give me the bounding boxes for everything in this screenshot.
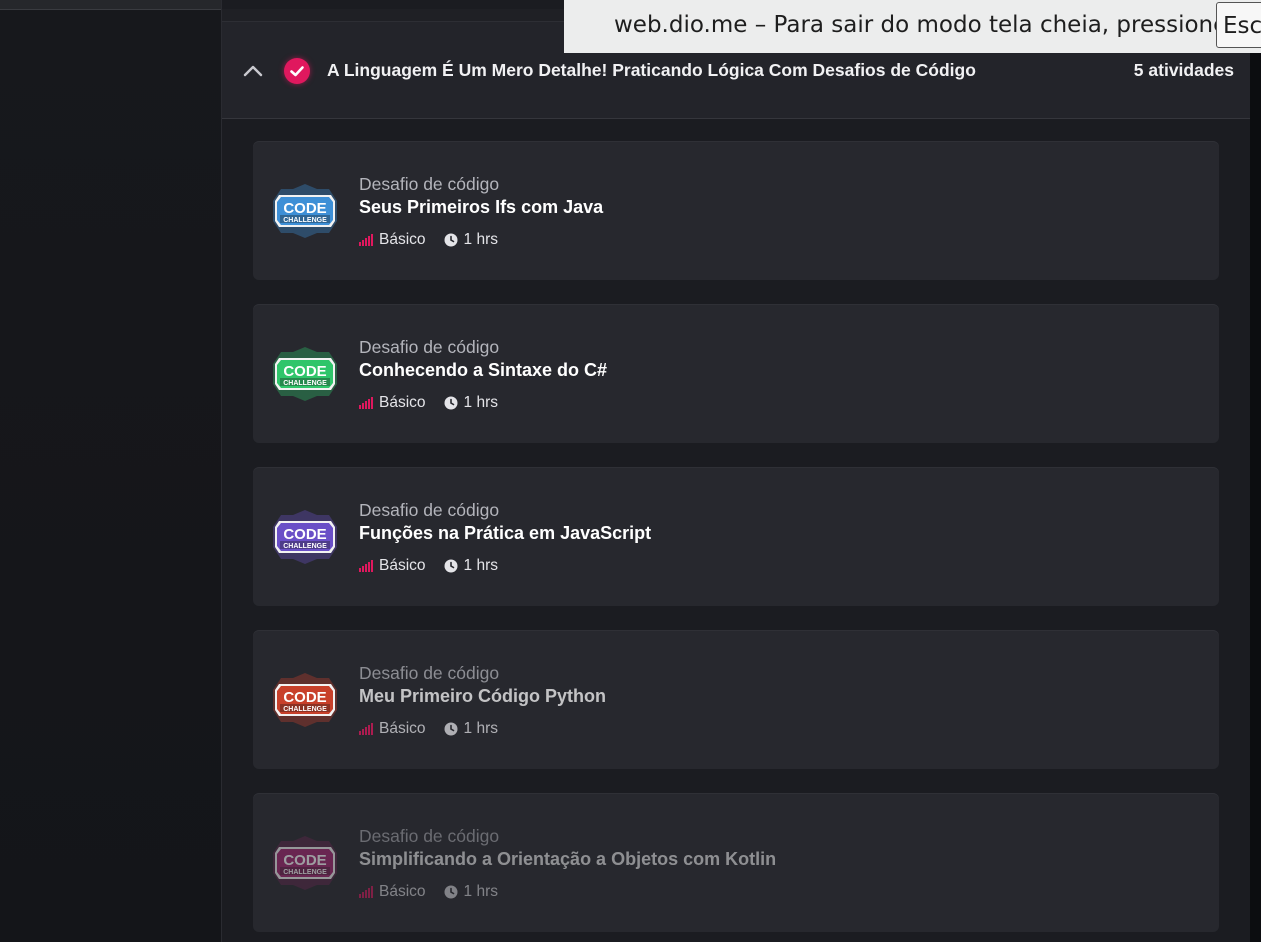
level-bars-icon <box>359 560 373 572</box>
activity-title: Meu Primeiro Código Python <box>359 686 607 706</box>
activity-meta: Básico 1 hrs <box>359 720 498 738</box>
level-bars-icon <box>359 234 373 246</box>
activity-title: Seus Primeiros Ifs com Java <box>359 197 604 217</box>
activity-type: Desafio de código <box>359 663 500 683</box>
activity-level: Básico <box>379 557 426 574</box>
level-bars-icon <box>359 886 373 898</box>
fullscreen-notice: web.dio.me – Para sair do modo tela chei… <box>564 0 1261 53</box>
code-challenge-logo: CODECHALLENGE <box>273 836 337 890</box>
svg-text:CODE: CODE <box>283 363 326 380</box>
clock-icon <box>444 559 458 573</box>
activity-type: Desafio de código <box>359 500 500 520</box>
activity-count: 5 atividades <box>1133 60 1234 80</box>
activity-level: Básico <box>379 231 426 248</box>
clock-icon <box>444 722 458 736</box>
svg-text:CHALLENGE: CHALLENGE <box>283 706 327 713</box>
activity-level: Básico <box>379 720 426 737</box>
left-pane <box>0 0 221 942</box>
level-bars-icon <box>359 397 373 409</box>
activity-meta: Básico 1 hrs <box>359 557 498 575</box>
level-bars-icon <box>359 723 373 735</box>
activity-level: Básico <box>379 883 426 900</box>
clock-icon <box>444 885 458 899</box>
activity-level: Básico <box>379 394 426 411</box>
code-challenge-logo: CODECHALLENGE <box>273 673 337 727</box>
activity-duration: 1 hrs <box>463 231 498 248</box>
completed-check-icon <box>284 58 310 84</box>
svg-text:CODE: CODE <box>283 689 326 706</box>
clock-icon <box>444 396 458 410</box>
right-edge <box>1250 0 1261 942</box>
clock-icon <box>444 233 458 247</box>
activity-meta: Básico 1 hrs <box>359 394 498 412</box>
chevron-up-icon[interactable] <box>242 60 264 82</box>
code-challenge-logo: CODECHALLENGE <box>273 184 337 238</box>
code-challenge-logo: CODECHALLENGE <box>273 510 337 564</box>
esc-key: Esc <box>1216 2 1261 48</box>
activity-card[interactable]: CODE CHALLENGE Desafio de código Conhecen… <box>253 304 1219 443</box>
svg-text:CHALLENGE: CHALLENGE <box>283 217 327 224</box>
activity-card[interactable]: CODE CHALLENGE Desafio de código Meu Prim… <box>253 630 1219 769</box>
activity-duration: 1 hrs <box>463 557 498 574</box>
activity-title: Conhecendo a Sintaxe do C# <box>359 360 608 380</box>
activity-title: Funções na Prática em JavaScript <box>359 523 652 543</box>
activity-duration: 1 hrs <box>463 394 498 411</box>
code-challenge-logo: CODECHALLENGE <box>273 347 337 401</box>
activity-card[interactable]: CODE CHALLENGE Desafio de código Simplifi… <box>253 793 1219 932</box>
activity-type: Desafio de código <box>359 826 500 846</box>
svg-text:CODE: CODE <box>283 200 326 217</box>
course-content: A Linguagem É Um Mero Detalhe! Praticand… <box>221 0 1261 942</box>
activity-card[interactable]: CODE CHALLENGE Desafio de código Funções … <box>253 467 1219 606</box>
svg-text:CODE: CODE <box>283 526 326 543</box>
activity-meta: Básico 1 hrs <box>359 883 498 901</box>
fullscreen-notice-text: web.dio.me – Para sair do modo tela chei… <box>614 12 1228 38</box>
svg-text:CODE: CODE <box>283 852 326 869</box>
activity-type: Desafio de código <box>359 337 500 357</box>
section-title: A Linguagem É Um Mero Detalhe! Praticand… <box>327 60 976 80</box>
activity-type: Desafio de código <box>359 174 500 194</box>
activity-title: Simplificando a Orientação a Objetos com… <box>359 849 777 869</box>
svg-text:CHALLENGE: CHALLENGE <box>283 543 327 550</box>
svg-text:CHALLENGE: CHALLENGE <box>283 869 327 876</box>
activity-card[interactable]: CODE CHALLENGE Desafio de código Seus Pri… <box>253 141 1219 280</box>
activity-duration: 1 hrs <box>463 883 498 900</box>
activity-meta: Básico 1 hrs <box>359 231 498 249</box>
activity-duration: 1 hrs <box>463 720 498 737</box>
svg-text:CHALLENGE: CHALLENGE <box>283 380 327 387</box>
